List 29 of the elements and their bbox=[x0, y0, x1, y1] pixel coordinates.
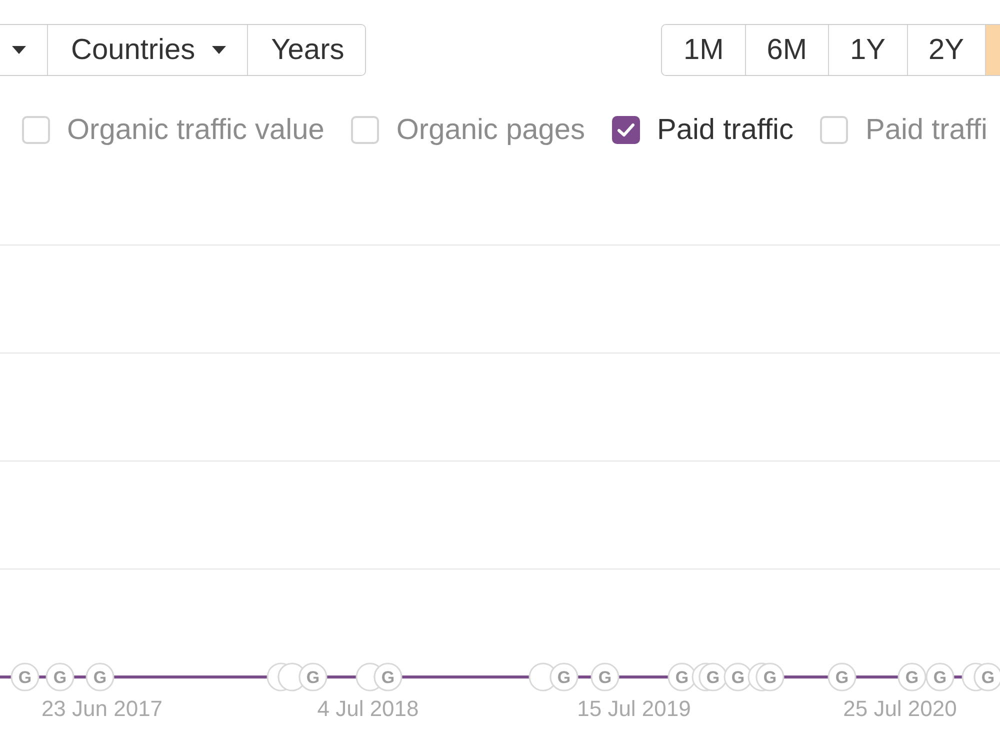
update-marker[interactable]: G bbox=[298, 662, 328, 692]
checkbox-label: Paid traffic bbox=[657, 114, 794, 146]
update-marker[interactable]: G bbox=[756, 662, 784, 692]
checkbox-label: Organic pages bbox=[396, 114, 585, 146]
update-marker[interactable]: G bbox=[550, 662, 578, 692]
caret-icon bbox=[12, 46, 26, 54]
marker-icon[interactable] bbox=[528, 662, 554, 692]
update-marker[interactable]: G bbox=[698, 662, 728, 692]
toggle-button[interactable]: Years bbox=[247, 25, 366, 75]
axis-label: 4 Jul 2018 bbox=[317, 696, 419, 721]
marker-icon[interactable] bbox=[278, 662, 304, 692]
update-marker[interactable]: G bbox=[926, 662, 954, 692]
check-icon bbox=[617, 123, 635, 137]
checkbox[interactable] bbox=[612, 116, 640, 144]
checkbox-label: Paid traffi bbox=[865, 114, 988, 146]
marker-icon[interactable] bbox=[356, 662, 380, 692]
update-marker[interactable]: G bbox=[86, 662, 114, 692]
update-marker[interactable]: G bbox=[590, 662, 620, 692]
update-marker[interactable]: G bbox=[10, 662, 40, 692]
caret-icon bbox=[212, 46, 226, 54]
update-marker[interactable]: G bbox=[898, 662, 926, 692]
update-marker[interactable]: G bbox=[828, 662, 856, 692]
update-marker[interactable]: G bbox=[46, 662, 74, 692]
axis-label: 15 Jul 2019 bbox=[577, 696, 691, 721]
axis-label: 23 Jun 2017 bbox=[41, 696, 163, 721]
checkbox-label: Organic traffic value bbox=[67, 114, 324, 146]
update-marker[interactable]: G bbox=[974, 662, 1000, 692]
axis-label: 25 Jul 2020 bbox=[843, 696, 957, 721]
update-marker[interactable]: G bbox=[374, 662, 402, 692]
